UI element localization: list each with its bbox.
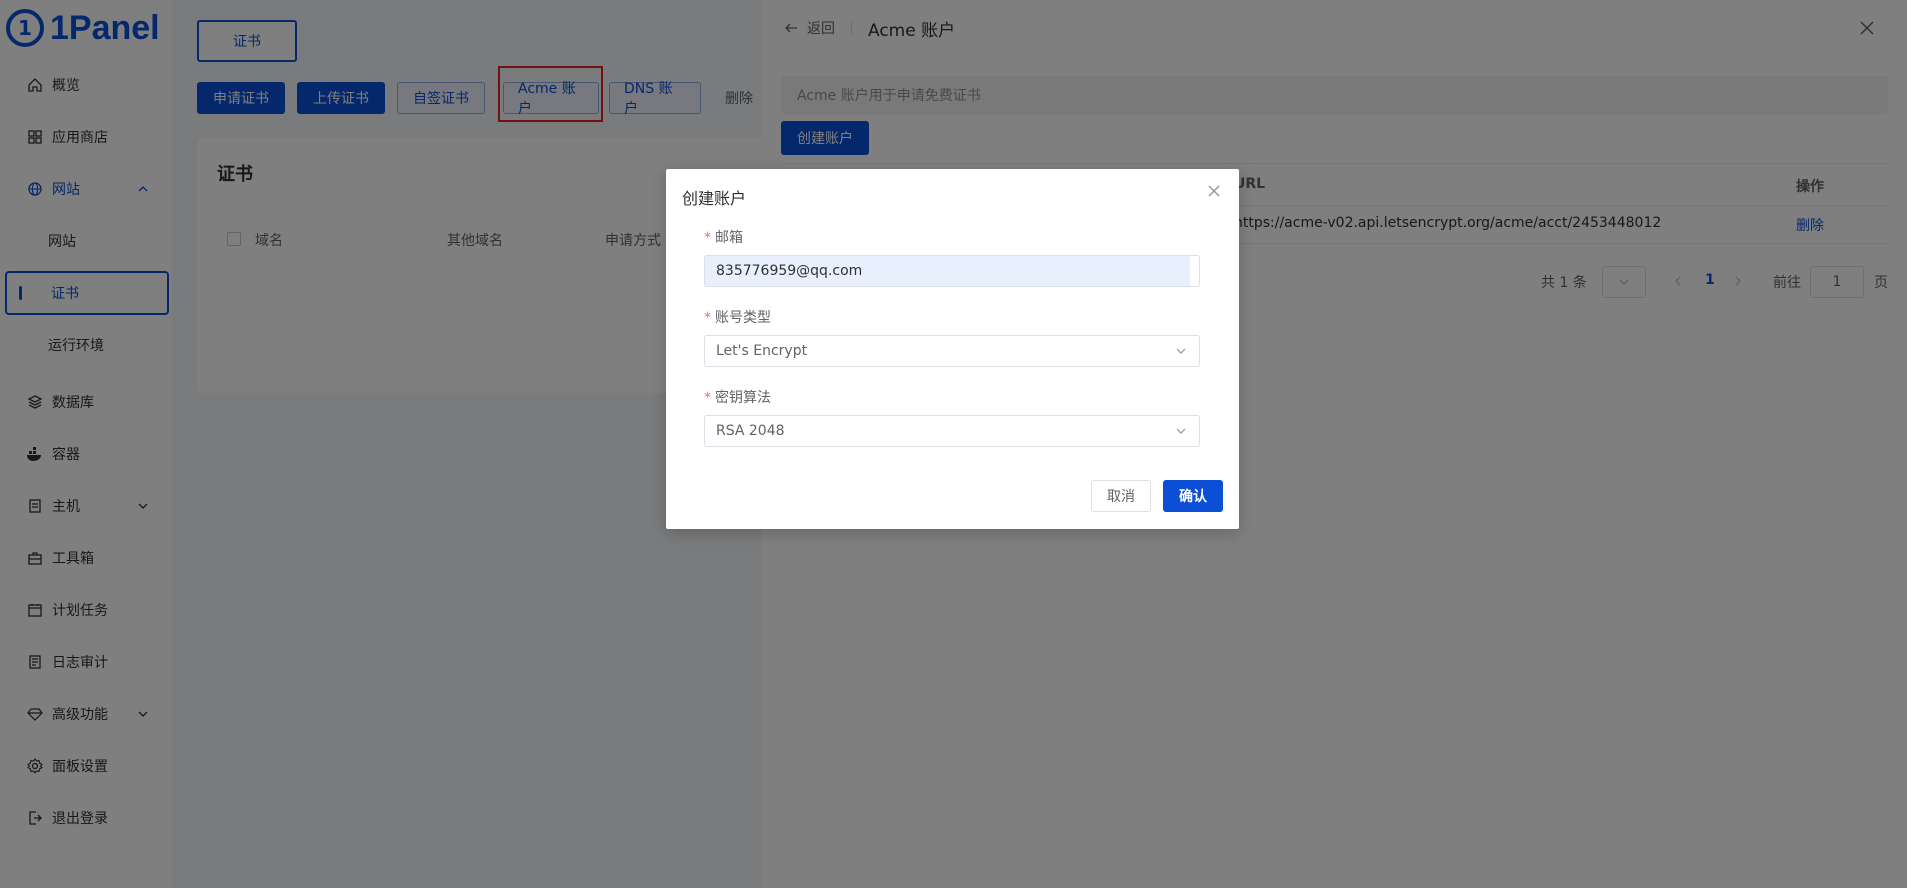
close-icon[interactable] [1206,183,1222,199]
confirm-button[interactable]: 确认 [1163,480,1223,512]
account-type-value: Let's Encrypt [716,343,808,359]
account-type-select[interactable]: Let's Encrypt [704,335,1200,367]
dialog-title: 创建账户 [682,189,747,208]
required-mark: * [704,310,711,326]
key-algorithm-value: RSA 2048 [716,423,785,439]
overlay-mask[interactable] [0,0,761,888]
account-type-label-text: 账号类型 [715,310,771,326]
chevron-down-icon [1175,345,1187,357]
cancel-button[interactable]: 取消 [1091,480,1151,512]
key-algorithm-select[interactable]: RSA 2048 [704,415,1200,447]
email-label: * 邮箱 [704,227,743,247]
key-algorithm-label-text: 密钥算法 [715,390,771,406]
key-algorithm-label: * 密钥算法 [704,387,771,407]
account-type-label: * 账号类型 [704,307,771,327]
email-label-text: 邮箱 [715,230,743,246]
required-mark: * [704,390,711,406]
chevron-down-icon [1175,425,1187,437]
create-account-dialog: 创建账户 * 邮箱 835776959@qq.com * 账号类型 Let's En… [666,169,1239,529]
email-input[interactable]: 835776959@qq.com [704,255,1200,287]
required-mark: * [704,230,711,246]
